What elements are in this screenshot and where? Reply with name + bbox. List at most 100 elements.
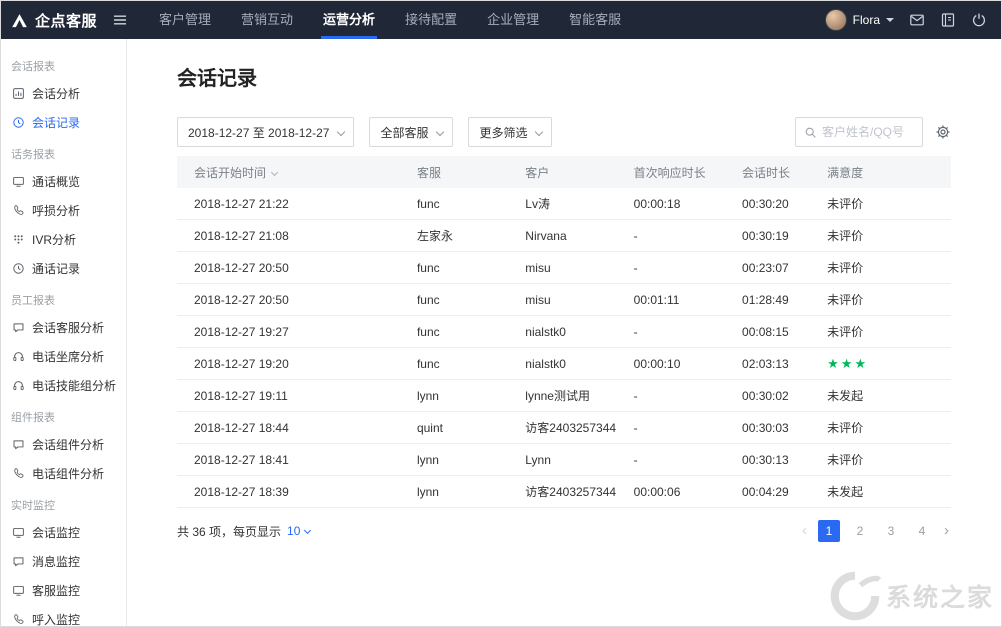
table-row[interactable]: 2018-12-27 18:39lynn访客240325734400:00:06…	[177, 476, 951, 508]
monitor-icon	[12, 526, 25, 539]
sidebar-item-phone-seat-analysis[interactable]: 电话坐席分析	[1, 342, 126, 371]
mail-icon[interactable]	[909, 12, 925, 28]
cell-satisfaction: 未评价	[827, 291, 951, 308]
cell-first-response: -	[634, 453, 742, 467]
filter-bar-right	[795, 117, 951, 147]
top-nav-marketing-interaction[interactable]: 营销互动	[226, 1, 308, 39]
cell-time: 2018-12-27 21:22	[177, 197, 417, 211]
page-button-1[interactable]: 1	[818, 520, 840, 542]
page-button-2[interactable]: 2	[849, 520, 871, 542]
sidebar-item-call-overview[interactable]: 通话概览	[1, 167, 126, 196]
page-button-3[interactable]: 3	[880, 520, 902, 542]
chevron-down-icon	[304, 526, 311, 533]
app-window: 企点客服 客户管理营销互动运营分析接待配置企业管理智能客服 Flora 会话报表…	[0, 0, 1002, 627]
sidebar-item-phone-widget-analysis[interactable]: 电话组件分析	[1, 459, 126, 488]
hamburger-menu-icon[interactable]	[112, 12, 128, 28]
cell-satisfaction: 未评价	[827, 419, 951, 436]
headset-icon	[12, 350, 25, 363]
power-icon[interactable]	[971, 12, 987, 28]
cell-satisfaction: 未评价	[827, 195, 951, 212]
sidebar-item-session-analysis[interactable]: 会话分析	[1, 79, 126, 108]
sidebar-item-label: 电话组件分析	[32, 465, 104, 482]
column-header-label: 会话时长	[742, 166, 790, 180]
table-row[interactable]: 2018-12-27 19:20funcnialstk000:00:1002:0…	[177, 348, 951, 380]
table-row[interactable]: 2018-12-27 18:44quint访客2403257344-00:30:…	[177, 412, 951, 444]
cell-customer: lynne测试用	[525, 387, 633, 404]
cell-duration: 00:08:15	[742, 325, 827, 339]
sidebar-item-call-loss-analysis[interactable]: 呼损分析	[1, 196, 126, 225]
sidebar-item-label: 通话记录	[32, 260, 80, 277]
table-row[interactable]: 2018-12-27 20:50funcmisu-00:23:07未评价	[177, 252, 951, 284]
table-row[interactable]: 2018-12-27 19:27funcnialstk0-00:08:15未评价	[177, 316, 951, 348]
cell-duration: 00:30:19	[742, 229, 827, 243]
sidebar-item-session-monitor[interactable]: 会话监控	[1, 518, 126, 547]
sort-caret-icon[interactable]	[271, 168, 278, 175]
contacts-book-icon[interactable]	[940, 12, 956, 28]
top-nav-smart-service[interactable]: 智能客服	[554, 1, 636, 39]
top-nav-customer-management[interactable]: 客户管理	[144, 1, 226, 39]
sidebar-section-title: 组件报表	[1, 400, 126, 430]
page-button-4[interactable]: 4	[911, 520, 933, 542]
pagination: ‹ 1234 ›	[800, 520, 951, 542]
sidebar-item-label: 客服监控	[32, 582, 80, 599]
cell-duration: 00:30:02	[742, 389, 827, 403]
date-range-select[interactable]: 2018-12-27 至 2018-12-27	[177, 117, 354, 147]
sidebar-item-agent-monitor[interactable]: 客服监控	[1, 576, 126, 605]
sidebar-item-label: 电话技能组分析	[32, 377, 116, 394]
cell-customer: nialstk0	[525, 325, 633, 339]
table-footer: 共 36 项，每页显示 10 ‹1234›	[177, 520, 951, 542]
sidebar-item-session-widget-analysis[interactable]: 会话组件分析	[1, 430, 126, 459]
cell-first-response: -	[634, 261, 742, 275]
cell-customer: 访客2403257344	[525, 419, 633, 436]
cell-duration: 00:30:03	[742, 421, 827, 435]
topbar: 企点客服 客户管理营销互动运营分析接待配置企业管理智能客服 Flora	[1, 1, 1001, 39]
user-menu[interactable]: Flora	[825, 9, 894, 31]
page-title: 会话记录	[177, 65, 951, 93]
cell-satisfaction: 未评价	[827, 227, 951, 244]
top-nav-operation-analytics[interactable]: 运营分析	[308, 1, 390, 39]
column-header-label: 首次响应时长	[634, 166, 706, 180]
sidebar-item-message-monitor[interactable]: 消息监控	[1, 547, 126, 576]
cell-duration: 00:23:07	[742, 261, 827, 275]
settings-gear-icon[interactable]	[935, 124, 951, 140]
cell-satisfaction: 未发起	[827, 387, 951, 404]
top-nav-enterprise-management[interactable]: 企业管理	[472, 1, 554, 39]
sidebar-item-label: 会话记录	[32, 114, 80, 131]
column-header-label: 满意度	[827, 166, 863, 180]
more-filters-select[interactable]: 更多筛选	[468, 117, 552, 147]
sidebar-item-phone-skillgroup-analysis[interactable]: 电话技能组分析	[1, 371, 126, 400]
table-row[interactable]: 2018-12-27 21:08左家永Nirvana-00:30:19未评价	[177, 220, 951, 252]
table-row[interactable]: 2018-12-27 20:50funcmisu00:01:1101:28:49…	[177, 284, 951, 316]
column-header: 会话时长	[742, 164, 827, 181]
agent-select[interactable]: 全部客服	[369, 117, 453, 147]
cell-time: 2018-12-27 19:20	[177, 357, 417, 371]
sidebar-item-session-records[interactable]: 会话记录	[1, 108, 126, 137]
table-row[interactable]: 2018-12-27 19:11lynnlynne测试用-00:30:02未发起	[177, 380, 951, 412]
prev-page-button[interactable]: ‹	[800, 520, 809, 542]
avatar	[825, 9, 847, 31]
sidebar-item-inbound-monitor[interactable]: 呼入监控	[1, 605, 126, 626]
cell-duration: 00:30:20	[742, 197, 827, 211]
cell-agent: func	[417, 325, 525, 339]
date-range-value: 2018-12-27 至 2018-12-27	[188, 124, 329, 141]
chat-icon	[12, 438, 25, 451]
page-size-select[interactable]: 10	[287, 524, 310, 538]
main-content: 会话记录 2018-12-27 至 2018-12-27 全部客服 更多筛选	[127, 39, 1001, 626]
chat-icon	[12, 321, 25, 334]
sidebar-item-call-records[interactable]: 通话记录	[1, 254, 126, 283]
column-header: 首次响应时长	[634, 164, 742, 181]
sidebar-item-ivr-analysis[interactable]: IVR分析	[1, 225, 126, 254]
sidebar-item-label: IVR分析	[32, 231, 76, 248]
cell-customer: nialstk0	[525, 357, 633, 371]
table-row[interactable]: 2018-12-27 21:22funcLv涛00:00:1800:30:20未…	[177, 188, 951, 220]
monitor-icon	[12, 175, 25, 188]
top-nav-reception-config[interactable]: 接待配置	[390, 1, 472, 39]
clock-icon	[12, 116, 25, 129]
table-header-row: 会话开始时间客服客户首次响应时长会话时长满意度	[177, 156, 951, 188]
cell-time: 2018-12-27 18:39	[177, 485, 417, 499]
next-page-button[interactable]: ›	[942, 520, 951, 542]
sidebar-item-session-agent-analysis[interactable]: 会话客服分析	[1, 313, 126, 342]
table-row[interactable]: 2018-12-27 18:41lynnLynn-00:30:13未评价	[177, 444, 951, 476]
search-box[interactable]	[795, 117, 923, 147]
search-input[interactable]	[822, 125, 914, 139]
